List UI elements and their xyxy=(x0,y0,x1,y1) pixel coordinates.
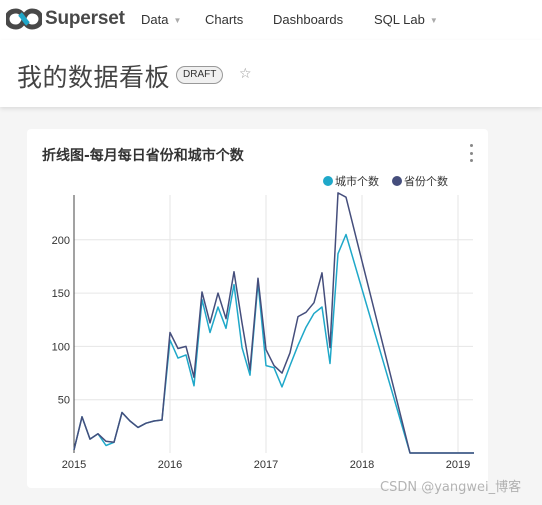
x-tick-label: 2019 xyxy=(446,459,470,471)
y-tick-label: 200 xyxy=(52,235,70,247)
x-tick-label: 2018 xyxy=(350,459,374,471)
x-tick-label: 2016 xyxy=(158,459,182,471)
csdn-watermark: CSDN @yangwei_博客 xyxy=(380,480,522,495)
line-chart: 50 100 150 200 2015 2016 2017 2018 2019 xyxy=(52,192,474,471)
x-tick-label: 2015 xyxy=(62,459,86,471)
series-line-province-count xyxy=(73,192,474,454)
y-tick-label: 50 xyxy=(58,395,70,407)
series-line-city-count xyxy=(73,233,474,454)
y-tick-label: 100 xyxy=(52,341,70,353)
y-tick-label: 150 xyxy=(52,288,70,300)
x-tick-label: 2017 xyxy=(254,459,278,471)
